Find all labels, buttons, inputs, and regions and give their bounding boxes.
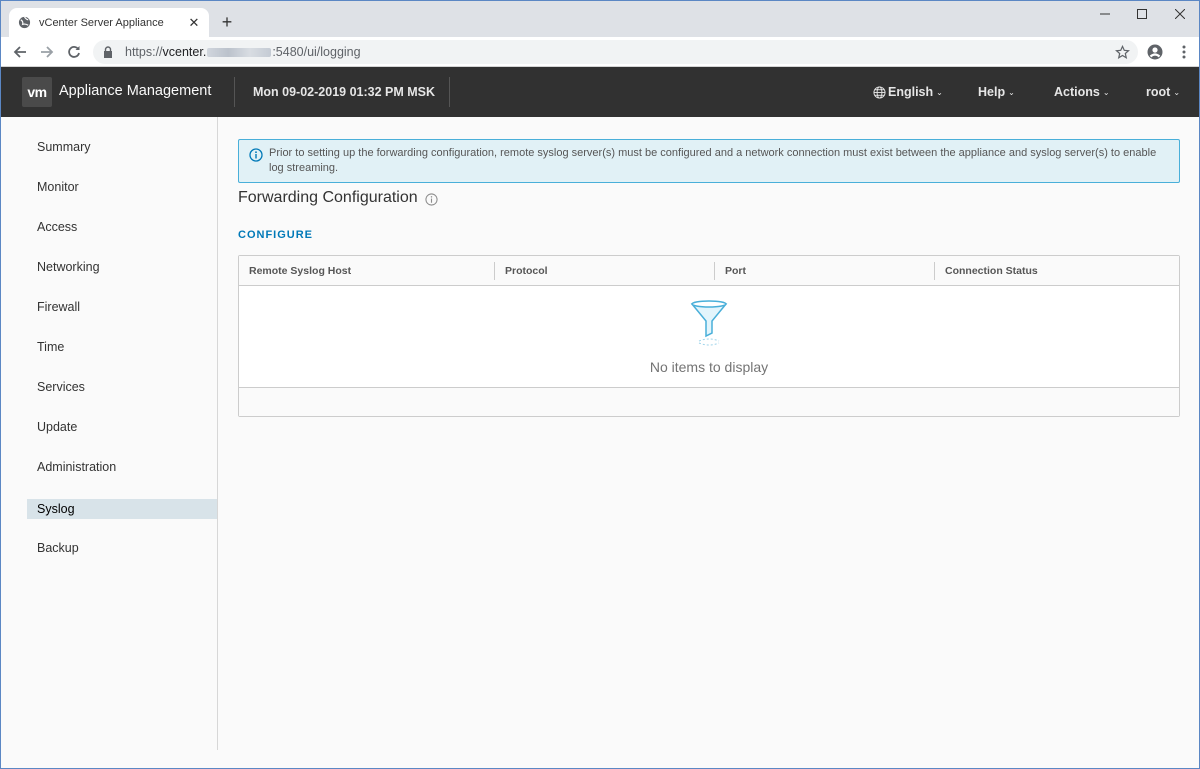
sidebar-item-services[interactable]: Services [27, 377, 217, 397]
sidebar-item-syslog[interactable]: Syslog [27, 499, 217, 519]
help-label: Help [978, 85, 1006, 99]
sidebar-item-time[interactable]: Time [27, 337, 217, 357]
sidebar-item-monitor[interactable]: Monitor [27, 177, 217, 197]
chevron-down-icon: ⌄ [936, 87, 943, 97]
sidebar-item-administration[interactable]: Administration [27, 457, 217, 477]
browser-window: vCenter Server Appliance ✕ + https://vce… [0, 0, 1200, 769]
close-window-icon[interactable] [1157, 1, 1199, 27]
browser-tab[interactable]: vCenter Server Appliance ✕ [9, 8, 209, 37]
url-bar[interactable]: https://vcenter. :5480/ui/logging [93, 40, 1138, 64]
user-menu[interactable]: root ⌄ [1146, 85, 1180, 99]
sidebar-item-firewall[interactable]: Firewall [27, 297, 217, 317]
user-label: root [1146, 85, 1171, 99]
browser-menu-icon[interactable] [1175, 43, 1193, 61]
tab-strip: vCenter Server Appliance ✕ + [1, 1, 1199, 37]
column-header-port[interactable]: Port [715, 256, 934, 286]
new-tab-button[interactable]: + [217, 12, 237, 32]
browser-toolbar: https://vcenter. :5480/ui/logging [1, 37, 1199, 67]
url-path: :5480/ui/logging [272, 45, 361, 59]
header-divider [234, 77, 235, 107]
column-header-protocol[interactable]: Protocol [495, 256, 714, 286]
alert-text: Prior to setting up the forwarding confi… [269, 147, 1157, 174]
datagrid-header: Remote Syslog Host Protocol Port Connect… [239, 256, 1179, 286]
datagrid-footer [239, 387, 1179, 416]
forward-arrow-icon[interactable] [37, 42, 57, 62]
chevron-down-icon: ⌄ [1008, 87, 1015, 97]
url-scheme: https:// [125, 45, 163, 59]
bookmark-star-icon[interactable] [1113, 43, 1131, 61]
back-arrow-icon[interactable] [10, 42, 30, 62]
help-menu[interactable]: Help ⌄ [978, 85, 1015, 99]
actions-menu[interactable]: Actions ⌄ [1054, 85, 1110, 99]
forwarding-datagrid: Remote Syslog Host Protocol Port Connect… [238, 255, 1180, 417]
configure-button[interactable]: CONFIGURE [238, 229, 313, 241]
profile-avatar-icon[interactable] [1146, 43, 1164, 61]
app-title: Appliance Management [59, 83, 212, 99]
info-alert: Prior to setting up the forwarding confi… [238, 139, 1180, 183]
language-label: English [888, 85, 934, 99]
section-title: Forwarding Configuration [238, 189, 439, 207]
sidebar-item-summary[interactable]: Summary [27, 137, 217, 157]
tab-title: vCenter Server Appliance [39, 16, 164, 29]
sidebar-nav: Summary Monitor Access Networking Firewa… [1, 117, 218, 750]
datagrid-empty-placeholder: No items to display [239, 287, 1179, 387]
sidebar-item-networking[interactable]: Networking [27, 257, 217, 277]
lock-icon [103, 46, 115, 58]
info-circle-icon [249, 148, 263, 162]
actions-label: Actions [1054, 85, 1100, 99]
vmware-logo: vm [22, 77, 52, 107]
header-divider [449, 77, 450, 107]
chevron-down-icon: ⌄ [1173, 87, 1181, 97]
language-menu[interactable]: English ⌄ [873, 85, 943, 99]
url-host: vcenter. [162, 45, 207, 59]
url-text: https://vcenter. :5480/ui/logging [125, 45, 361, 59]
sidebar-item-update[interactable]: Update [27, 417, 217, 437]
close-tab-icon[interactable]: ✕ [187, 15, 201, 30]
column-header-remote-syslog-host[interactable]: Remote Syslog Host [239, 256, 494, 286]
empty-state-text: No items to display [649, 359, 769, 375]
globe-favicon-icon [17, 16, 31, 30]
chevron-down-icon: ⌄ [1102, 87, 1110, 97]
sidebar-item-access[interactable]: Access [27, 217, 217, 237]
globe-icon [873, 85, 886, 99]
app-header: vm Appliance Management Mon 09-02-2019 0… [1, 67, 1199, 117]
info-circle-icon[interactable] [425, 192, 439, 207]
column-header-connection-status[interactable]: Connection Status [935, 256, 1179, 286]
header-datetime: Mon 09-02-2019 01:32 PM MSK [253, 85, 436, 99]
url-redacted-segment [207, 48, 272, 58]
empty-filter-icon [689, 299, 729, 347]
reload-icon[interactable] [64, 42, 84, 62]
section-title-text: Forwarding Configuration [238, 189, 418, 206]
main-content: Prior to setting up the forwarding confi… [219, 117, 1199, 750]
sidebar-item-backup[interactable]: Backup [27, 538, 217, 558]
